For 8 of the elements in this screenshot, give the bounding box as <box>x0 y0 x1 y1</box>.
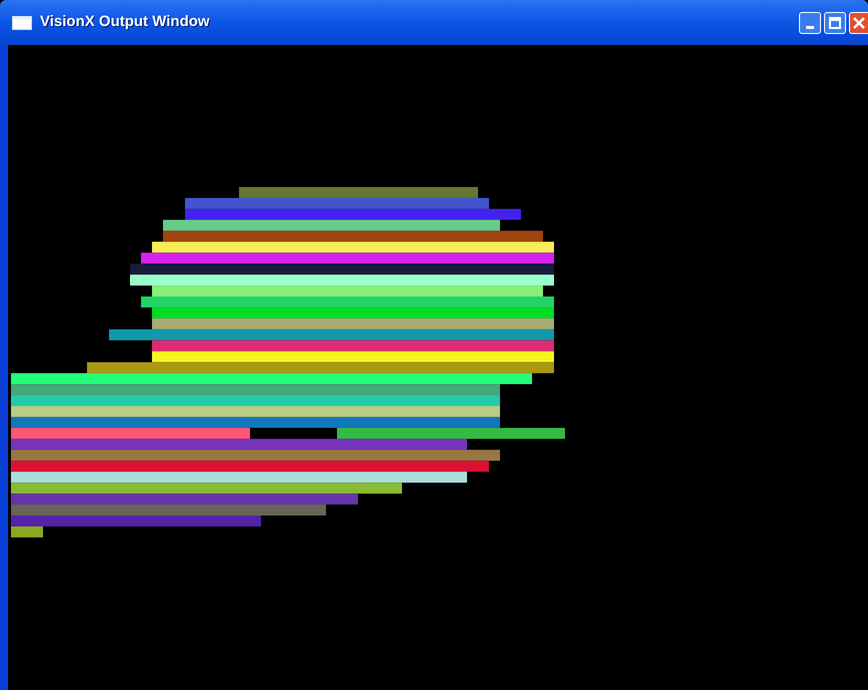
close-icon <box>853 16 865 28</box>
minimize-icon <box>806 26 814 28</box>
close-button[interactable] <box>849 12 868 34</box>
maximize-button[interactable] <box>824 12 846 34</box>
window-app-icon <box>12 16 32 30</box>
maximize-icon <box>829 16 841 28</box>
window-title: VisionX Output Window <box>40 12 210 32</box>
minimize-button[interactable] <box>799 12 821 34</box>
